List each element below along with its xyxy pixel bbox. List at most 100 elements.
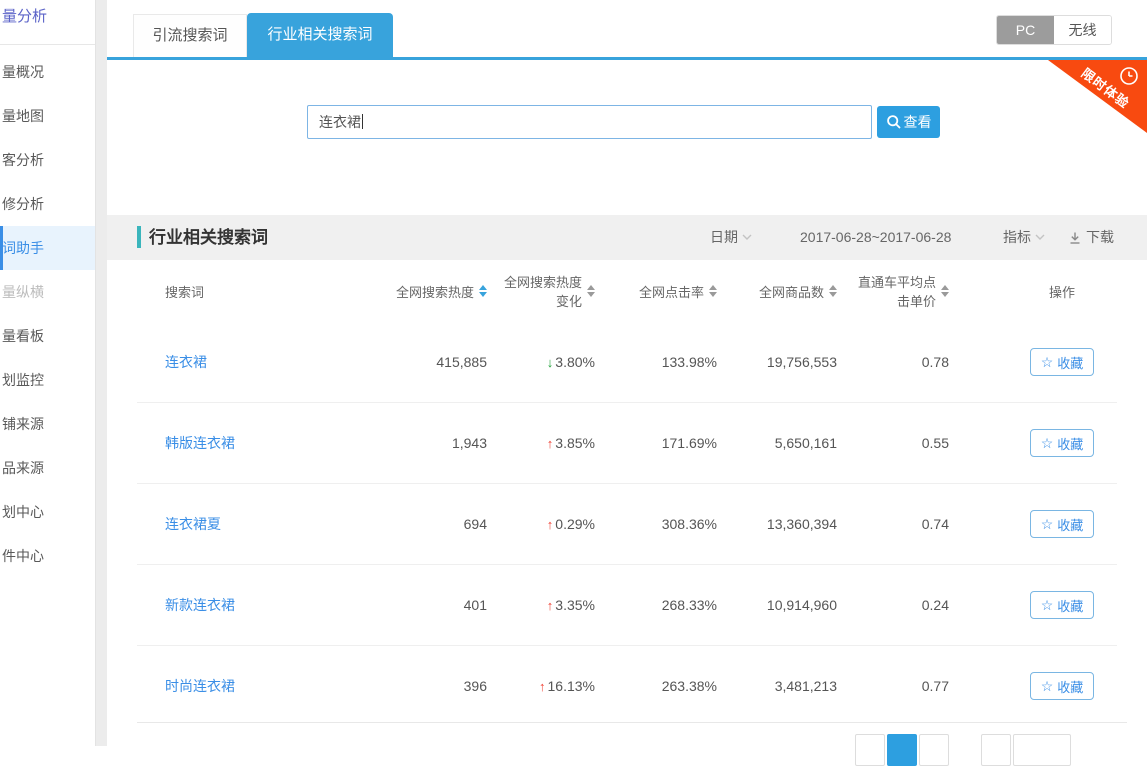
- sidebar-item[interactable]: 划中心: [0, 490, 95, 534]
- trend-up-icon: ↑: [547, 517, 554, 532]
- sidebar-item[interactable]: 件中心: [0, 534, 95, 578]
- keyword-link[interactable]: 新款连衣裙: [165, 597, 235, 613]
- sidebar-item[interactable]: 量地图: [0, 94, 95, 138]
- heat-change-cell: ↑0.29%: [497, 516, 617, 532]
- date-dropdown-label: 日期: [710, 215, 738, 260]
- sidebar-item-analysis[interactable]: 量分析: [2, 6, 47, 28]
- metric-dropdown[interactable]: 指标: [1003, 215, 1045, 260]
- favorite-button[interactable]: ☆收藏: [1030, 348, 1094, 376]
- product-count-cell: 5,650,161: [737, 435, 857, 451]
- sidebar-item[interactable]: 客分析: [0, 138, 95, 182]
- sidebar-item[interactable]: 量概况: [0, 50, 95, 94]
- sidebar-item: 量纵横: [0, 270, 95, 314]
- column-header[interactable]: 全网搜索热度: [392, 282, 497, 301]
- tab-industry-related-search-words[interactable]: 行业相关搜索词: [247, 13, 393, 57]
- keyword-link[interactable]: 连衣裙夏: [165, 516, 221, 532]
- pagination-box[interactable]: [855, 734, 885, 766]
- pagination: [107, 734, 1147, 746]
- tab-inbound-search-words[interactable]: 引流搜索词: [133, 14, 247, 57]
- toggle-wireless[interactable]: 无线: [1054, 16, 1111, 44]
- action-cell: ☆收藏: [967, 429, 1117, 457]
- column-header-label: 全网点击率: [639, 282, 704, 301]
- sidebar-item[interactable]: 品来源: [0, 446, 95, 490]
- pagination-box[interactable]: [981, 734, 1011, 766]
- column-header[interactable]: 全网搜索热度变化: [497, 272, 617, 310]
- column-header-label: 操作: [1049, 282, 1075, 301]
- column-header[interactable]: 全网商品数: [737, 282, 857, 301]
- pagination-page-active[interactable]: [887, 734, 917, 766]
- keyword-link[interactable]: 时尚连衣裙: [165, 678, 235, 694]
- keyword-cell: 连衣裙夏: [137, 514, 392, 534]
- avg-cpc-cell: 0.74: [857, 516, 967, 532]
- favorite-button[interactable]: ☆收藏: [1030, 672, 1094, 700]
- column-header-label: 全网搜索热度变化: [497, 272, 582, 310]
- keyword-cell: 连衣裙: [137, 352, 392, 372]
- avg-cpc-cell: 0.78: [857, 354, 967, 370]
- sidebar-item[interactable]: 铺来源: [0, 402, 95, 446]
- favorite-label: 收藏: [1057, 353, 1083, 372]
- text-caret: [362, 114, 363, 129]
- product-count-cell: 19,756,553: [737, 354, 857, 370]
- sidebar: 量分析 量概况量地图客分析修分析词助手量纵横量看板划监控铺来源品来源划中心件中心: [0, 0, 96, 746]
- heat-change-value: 16.13%: [548, 678, 595, 694]
- search-icon: [886, 114, 902, 130]
- limited-time-trial-ribbon[interactable]: 限时体验: [1048, 60, 1147, 133]
- column-header-label: 搜索词: [165, 282, 204, 301]
- sidebar-item[interactable]: 词助手: [0, 226, 95, 270]
- keyword-cell: 韩版连衣裙: [137, 433, 392, 453]
- keyword-cell: 时尚连衣裙: [137, 676, 392, 696]
- favorite-button[interactable]: ☆收藏: [1030, 429, 1094, 457]
- sidebar-item[interactable]: 量看板: [0, 314, 95, 358]
- search-heat-cell: 415,885: [392, 354, 497, 370]
- main-content: 引流搜索词 行业相关搜索词 PC 无线 限时体验 连衣裙 查看: [107, 0, 1147, 746]
- sort-icon[interactable]: [709, 285, 717, 297]
- column-header-label: 直通车平均点击单价: [857, 272, 936, 310]
- avg-cpc-cell: 0.55: [857, 435, 967, 451]
- page: 量分析 量概况量地图客分析修分析词助手量纵横量看板划监控铺来源品来源划中心件中心…: [0, 0, 1147, 746]
- date-dropdown[interactable]: 日期: [710, 215, 752, 260]
- action-cell: ☆收藏: [967, 510, 1117, 538]
- click-rate-cell: 308.36%: [617, 516, 737, 532]
- column-header[interactable]: 直通车平均点击单价: [857, 272, 967, 310]
- keyword-cell: 新款连衣裙: [137, 595, 392, 615]
- avg-cpc-cell: 0.77: [857, 678, 967, 694]
- tab-bar: 引流搜索词 行业相关搜索词 PC 无线: [107, 0, 1147, 57]
- date-range-value: 2017-06-28~2017-06-28: [800, 215, 951, 260]
- heat-change-cell: ↑3.35%: [497, 597, 617, 613]
- column-header[interactable]: 全网点击率: [617, 282, 737, 301]
- clock-icon: [1119, 66, 1139, 86]
- sidebar-item[interactable]: 修分析: [0, 182, 95, 226]
- download-button[interactable]: 下载: [1068, 215, 1114, 260]
- trend-up-icon: ↑: [547, 436, 554, 451]
- section-marker: [137, 226, 141, 248]
- keyword-search-input[interactable]: 连衣裙: [307, 105, 872, 139]
- click-rate-cell: 268.33%: [617, 597, 737, 613]
- click-rate-cell: 171.69%: [617, 435, 737, 451]
- search-heat-cell: 396: [392, 678, 497, 694]
- chevron-down-icon: [742, 234, 752, 241]
- table-body: 连衣裙415,885↓3.80%133.98%19,756,5530.78☆收藏…: [137, 322, 1117, 726]
- product-count-cell: 10,914,960: [737, 597, 857, 613]
- sort-icon[interactable]: [941, 285, 949, 297]
- pagination-box[interactable]: [919, 734, 949, 766]
- sort-icon[interactable]: [479, 285, 487, 297]
- sort-icon[interactable]: [829, 285, 837, 297]
- search-heat-cell: 694: [392, 516, 497, 532]
- table-row: 时尚连衣裙396↑16.13%263.38%3,481,2130.77☆收藏: [137, 645, 1117, 726]
- pagination-box[interactable]: [1013, 734, 1071, 766]
- tab-accent-line: [107, 57, 1147, 60]
- sidebar-item[interactable]: 划监控: [0, 358, 95, 402]
- sort-icon[interactable]: [587, 285, 595, 297]
- view-button[interactable]: 查看: [877, 106, 940, 138]
- section-title: 行业相关搜索词: [149, 215, 268, 260]
- toggle-pc[interactable]: PC: [997, 16, 1054, 44]
- favorite-button[interactable]: ☆收藏: [1030, 510, 1094, 538]
- search-words-table: 搜索词 全网搜索热度全网搜索热度变化 全网点击率 全网商品数直通车平均点击单价 操作 连…: [137, 260, 1117, 726]
- keyword-link[interactable]: 连衣裙: [165, 354, 207, 370]
- keyword-link[interactable]: 韩版连衣裙: [165, 435, 235, 451]
- star-icon: ☆: [1041, 355, 1054, 369]
- favorite-label: 收藏: [1057, 515, 1083, 534]
- action-cell: ☆收藏: [967, 348, 1117, 376]
- favorite-button[interactable]: ☆收藏: [1030, 591, 1094, 619]
- star-icon: ☆: [1041, 598, 1054, 612]
